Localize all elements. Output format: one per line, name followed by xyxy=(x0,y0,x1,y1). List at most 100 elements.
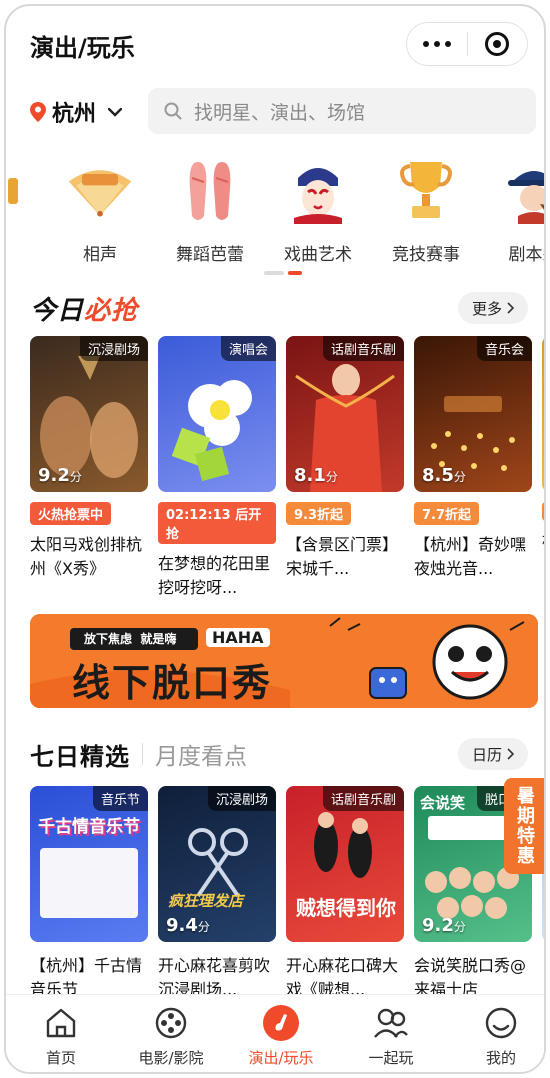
mini-program-capsule xyxy=(406,22,528,66)
show-title: 松湖 xyxy=(542,529,544,577)
today-section-header: 今日必抢 xyxy=(30,290,138,326)
trophy-icon xyxy=(391,156,461,226)
show-card-partial[interactable]: 8 松湖 xyxy=(542,336,544,577)
fan-icon xyxy=(65,156,135,226)
category-opera[interactable]: 戏曲艺术 xyxy=(268,156,368,265)
show-title: 【含景区门票】宋城千... xyxy=(286,535,399,578)
poster-text: 疯狂理发店 xyxy=(168,892,244,910)
tab-label: 电影/影院 xyxy=(138,1049,204,1067)
sale-badge: 火热抢票中 xyxy=(30,502,112,525)
app-frame: 演出/玩乐 杭州 找明星、演出、场馆 相声 舞蹈芭蕾 戏曲艺术 竞技赛事 剧本 … xyxy=(4,4,546,1074)
ballet-shoes-icon xyxy=(175,156,245,226)
poster-text: 会说笑 xyxy=(420,794,466,812)
today-section-title: 今日必抢 xyxy=(30,295,139,326)
performance-icon xyxy=(261,1003,301,1043)
rating: 8.5分 xyxy=(422,465,466,486)
show-title: 太阳马戏创排杭州《X秀》 xyxy=(30,535,143,578)
show-poster: 沉浸剧场 9.2分 xyxy=(30,336,148,492)
more-label: 更多 xyxy=(471,299,502,318)
more-button[interactable]: 更多 xyxy=(457,292,528,324)
show-card[interactable]: 沉浸剧场 9.2分 火热抢票中 太阳马戏创排杭州《X秀》 xyxy=(30,336,148,581)
city-selector[interactable]: 杭州 xyxy=(30,96,123,128)
show-card[interactable]: 千古情音乐节 音乐节 【杭州】千古情音乐节 xyxy=(30,786,148,1002)
search-icon xyxy=(164,102,182,120)
chevron-right-icon xyxy=(507,302,514,314)
show-poster: 音乐会 8.5分 xyxy=(414,336,532,492)
rating: 8.1分 xyxy=(294,465,338,486)
bottom-tab-bar: 首页 电影/影院 演出/玩乐 一起玩 我的 xyxy=(6,994,544,1072)
category-tag: 沉浸剧场 xyxy=(207,786,276,811)
category-tag: 沉浸剧场 xyxy=(79,336,148,361)
poster-lineup-box xyxy=(40,848,138,918)
show-card[interactable]: 话剧音乐剧 8.1分 9.3折起 【含景区门票】宋城千... xyxy=(286,336,404,581)
detective-icon xyxy=(499,156,544,226)
summer-sale-badge[interactable]: 暑期特惠 xyxy=(504,778,544,874)
tab-label: 演出/玩乐 xyxy=(248,1049,314,1067)
category-script-murder[interactable]: 剧本杀 xyxy=(484,156,545,265)
show-poster: 演唱会 xyxy=(158,336,276,492)
more-options-icon[interactable] xyxy=(407,23,467,65)
category-page-indicator xyxy=(264,271,302,275)
tab-monthly[interactable]: 月度看点 xyxy=(155,737,247,771)
category-dance[interactable]: 舞蹈芭蕾 xyxy=(160,156,260,265)
countdown-badge: 02:12:13 后开抢 xyxy=(158,502,276,544)
tab-seven-day[interactable]: 七日精选 xyxy=(30,737,130,772)
search-placeholder: 找明星、演出、场馆 xyxy=(194,101,366,124)
summer-sale-label: 暑期特惠 xyxy=(514,786,535,866)
tab-play-together[interactable]: 一起玩 xyxy=(336,1003,446,1068)
category-tag: 话剧音乐剧 xyxy=(322,336,404,361)
show-title: 【杭州】奇妙嘿夜烛光音... xyxy=(414,535,527,578)
show-poster: 疯狂理发店 沉浸剧场 9.4分 xyxy=(158,786,276,942)
city-name: 杭州 xyxy=(52,102,97,127)
partial-category-icon xyxy=(8,178,18,204)
category-strip: 相声 舞蹈芭蕾 戏曲艺术 竞技赛事 剧本 xyxy=(6,156,544,266)
category-crosstalk[interactable]: 相声 xyxy=(50,156,150,265)
poster-text: 千古情音乐节 xyxy=(38,817,140,837)
show-card[interactable]: 演唱会 02:12:13 后开抢 在梦想的花田里挖呀挖呀... xyxy=(158,336,276,600)
close-target-icon[interactable] xyxy=(467,23,527,65)
category-tag: 音乐会 xyxy=(476,336,532,361)
tab-profile[interactable]: 我的 xyxy=(446,1003,544,1068)
calendar-label: 日历 xyxy=(471,745,502,764)
home-icon xyxy=(41,1003,81,1043)
banner-headline: 线下脱口秀 xyxy=(72,661,273,705)
opera-mask-icon xyxy=(283,156,353,226)
tab-movies[interactable]: 电影/影院 xyxy=(116,1003,226,1068)
rating: 9.2分 xyxy=(422,915,466,936)
show-poster: 话剧音乐剧 8.1分 xyxy=(286,336,404,492)
category-tag: 音乐节 xyxy=(92,786,148,811)
category-esports[interactable]: 竞技赛事 xyxy=(376,156,476,265)
show-card[interactable]: 贼想得到你 话剧音乐剧 开心麻花口碑大戏《贼想... xyxy=(286,786,404,1002)
profile-icon xyxy=(481,1003,521,1043)
chevron-down-icon xyxy=(108,107,123,117)
category-label: 竞技赛事 xyxy=(392,245,460,265)
category-tag: 演唱会 xyxy=(220,336,276,361)
weekly-section-header: 七日精选 月度看点 xyxy=(30,736,247,772)
poster-text: 贼想得到你 xyxy=(296,896,396,920)
show-card[interactable]: 疯狂理发店 沉浸剧场 9.4分 开心麻花喜剪吹沉浸剧场... xyxy=(158,786,276,1002)
tab-performance[interactable]: 演出/玩乐 xyxy=(226,1003,336,1068)
standup-comedy-banner[interactable]: 放下焦虑 就是嗨 HAHA 线下脱口秀 xyxy=(30,614,538,708)
discount-badge: 9.3折起 xyxy=(286,502,352,525)
tab-label: 首页 xyxy=(45,1049,76,1067)
tab-label: 一起玩 xyxy=(368,1049,414,1067)
show-poster: 千古情音乐节 音乐节 xyxy=(30,786,148,942)
category-label: 剧本杀 xyxy=(508,245,545,265)
category-label: 舞蹈芭蕾 xyxy=(176,245,244,265)
show-title: 在梦想的花田里挖呀挖呀... xyxy=(158,554,271,597)
category-label: 戏曲艺术 xyxy=(284,245,352,265)
show-poster xyxy=(542,336,544,492)
discount-badge: 7.7折起 xyxy=(414,502,480,525)
film-reel-icon xyxy=(151,1003,191,1043)
search-input[interactable]: 找明星、演出、场馆 xyxy=(148,88,536,134)
show-card[interactable]: 音乐会 8.5分 7.7折起 【杭州】奇妙嘿夜烛光音... xyxy=(414,336,532,581)
tab-home[interactable]: 首页 xyxy=(6,1003,116,1068)
tab-label: 我的 xyxy=(485,1049,516,1067)
calendar-button[interactable]: 日历 xyxy=(457,738,528,770)
tab-divider xyxy=(142,743,143,765)
chevron-right-icon xyxy=(507,748,514,760)
category-label: 相声 xyxy=(83,245,117,265)
banner-haha: HAHA xyxy=(206,628,270,647)
banner-slogan: 放下焦虑 就是嗨 xyxy=(84,632,177,646)
rating: 9.4分 xyxy=(166,915,210,936)
